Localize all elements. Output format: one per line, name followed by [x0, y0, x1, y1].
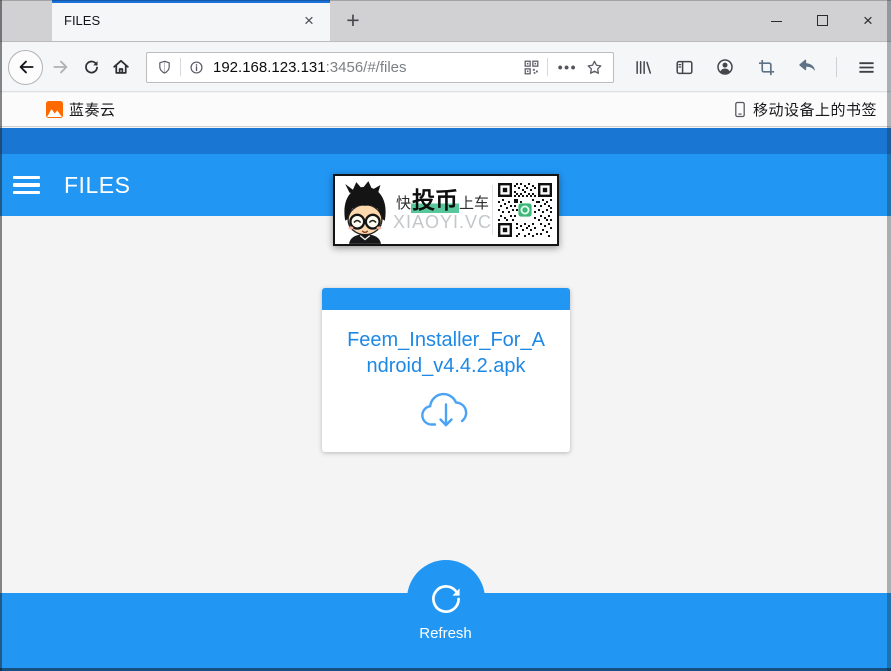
file-card[interactable]: Feem_Installer_For_Android_v4.4.2.apk [322, 288, 570, 452]
promo-banner[interactable]: 快投币上车 XIAOYI.VC [333, 174, 559, 246]
forward-button[interactable] [46, 52, 76, 82]
crop-icon [758, 59, 774, 75]
window-close-icon: × [863, 11, 873, 30]
mobile-phone-icon [735, 101, 745, 118]
cloud-download-icon [421, 392, 468, 427]
toolbar-divider [836, 57, 837, 77]
page-title: FILES [64, 171, 131, 198]
minimize-button[interactable] [753, 0, 799, 41]
toolbar-right-buttons [628, 52, 881, 82]
banner-tagline: 快投币上车 XIAOYI.VC [393, 186, 493, 233]
home-button[interactable] [106, 52, 136, 82]
reload-button[interactable] [76, 52, 106, 82]
tagline-suffix: 上车 [459, 194, 490, 212]
lanzou-favicon [46, 101, 63, 118]
window-border-top [0, 0, 891, 1]
page-actions: ••• [523, 58, 604, 77]
site-info-icon[interactable] [188, 59, 205, 76]
bookmark-label: 蓝奏云 [69, 102, 116, 119]
banner-site-name: XIAOYI.VC [393, 212, 493, 233]
url-path: :3456/#/files [325, 58, 407, 76]
new-tab-button[interactable]: + [336, 0, 370, 41]
url-host: 192.168.123.131 [213, 58, 326, 76]
file-card-header [322, 288, 570, 310]
home-icon [113, 59, 129, 74]
tab-close-icon[interactable]: × [298, 10, 320, 32]
status-strip [0, 128, 891, 154]
window-border-left [0, 0, 2, 671]
url-text[interactable]: 192.168.123.131:3456/#/files [213, 59, 407, 76]
refresh-label: Refresh [419, 625, 472, 642]
app-drawer-menu-icon[interactable] [13, 175, 40, 195]
tagline-highlight: 投币 [411, 186, 459, 213]
window-controls: × [753, 0, 891, 41]
navigation-toolbar: 192.168.123.131:3456/#/files ••• [0, 43, 891, 92]
sidebars-button[interactable] [669, 52, 699, 82]
url-bar[interactable]: 192.168.123.131:3456/#/files ••• [146, 51, 614, 83]
download-button[interactable] [322, 388, 570, 434]
maximize-button[interactable] [799, 0, 845, 41]
reload-icon [84, 60, 98, 73]
page-actions-menu-icon[interactable]: ••• [555, 59, 580, 75]
library-button[interactable] [628, 52, 658, 82]
undo-restore-button[interactable] [792, 52, 822, 82]
file-name: Feem_Installer_For_Android_v4.4.2.apk [347, 329, 545, 377]
bookmark-lanzou[interactable]: 蓝奏云 [46, 99, 116, 120]
bookmark-star-icon[interactable] [585, 58, 604, 77]
app-menu-button[interactable] [851, 52, 881, 82]
undo-arrow-icon [799, 59, 815, 71]
screenshot-crop-button[interactable] [751, 52, 781, 82]
banner-divider [492, 185, 493, 235]
sidebar-icon [675, 60, 693, 74]
qr-code [496, 181, 554, 239]
tracking-protection-shield-icon[interactable] [156, 59, 173, 76]
forward-icon [53, 60, 68, 74]
tab-files[interactable]: FILES × [52, 0, 330, 41]
urlbar-separator [180, 58, 181, 76]
tabbar-drag-space [0, 0, 52, 41]
window-border-right [887, 0, 891, 671]
back-icon [19, 60, 34, 74]
urlbar-separator [546, 58, 548, 76]
tab-title: FILES [64, 13, 101, 28]
refresh-icon [432, 585, 460, 613]
avatar-cartoon-icon [344, 181, 386, 244]
maximize-icon [816, 15, 828, 26]
minimize-icon [770, 21, 782, 22]
account-button[interactable] [710, 52, 740, 82]
tab-bar: FILES × + × [0, 0, 891, 42]
bookmark-label: 移动设备上的书签 [752, 102, 877, 119]
browser-window: FILES × + × 192.168.123.131:3456/#/files [0, 0, 891, 671]
library-icon [635, 60, 651, 74]
bookmarks-toolbar: 蓝奏云 移动设备上的书签 [0, 93, 891, 127]
tagline-prefix: 快 [395, 194, 411, 212]
window-close-button[interactable]: × [845, 0, 891, 41]
account-icon [717, 59, 733, 75]
page-content: FILES 快投币上车 XIAOYI.VC Feem_Installer_For… [0, 128, 891, 671]
hamburger-menu-icon [858, 61, 874, 73]
qr-page-action-icon[interactable] [523, 59, 540, 76]
mobile-bookmarks-folder[interactable]: 移动设备上的书签 [733, 99, 877, 120]
back-button[interactable] [8, 49, 43, 85]
